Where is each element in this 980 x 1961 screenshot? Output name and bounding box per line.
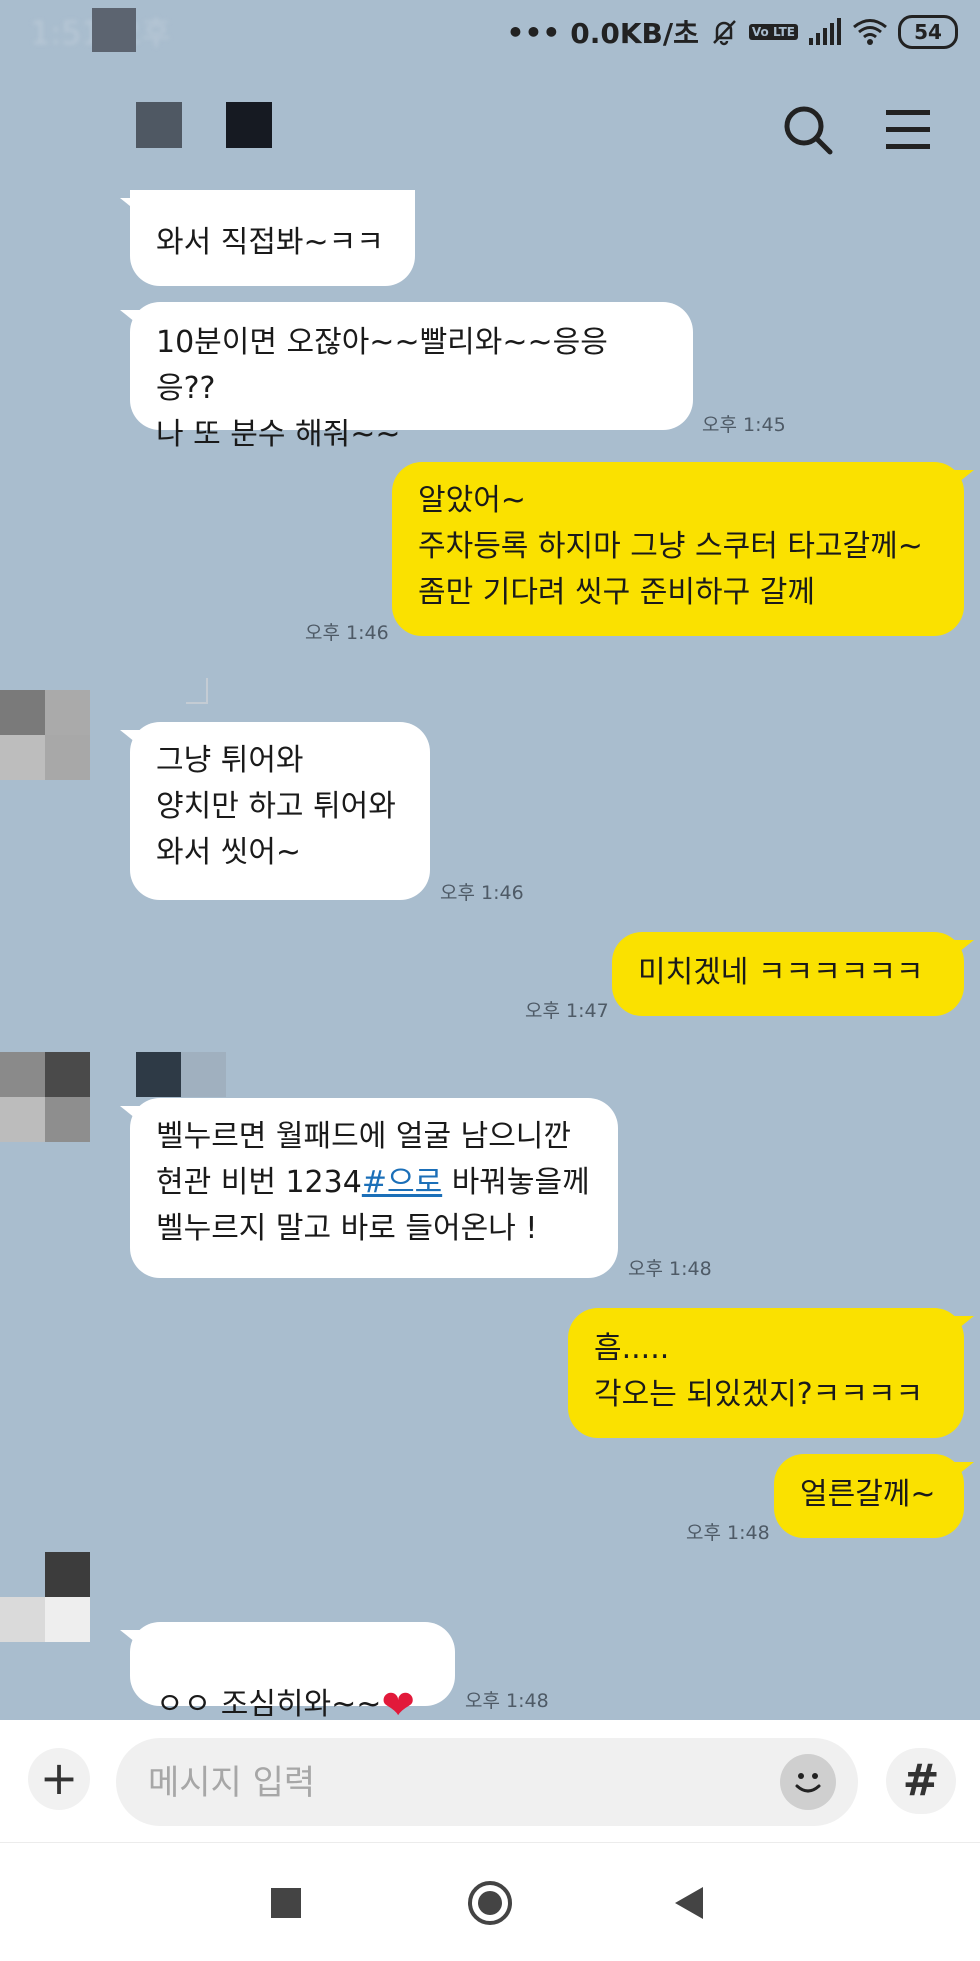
avatar[interactable] (0, 1052, 90, 1142)
hash-icon: # (902, 1755, 940, 1806)
chat-header (0, 64, 980, 194)
message-bubble-outgoing[interactable]: 미치겠네 ㅋㅋㅋㅋㅋㅋ (612, 932, 974, 1016)
network-speed: 0.0KB/초 (570, 17, 699, 50)
sender-name-blurred (181, 1052, 226, 1097)
volte-icon: Vo LTE (748, 24, 798, 40)
wifi-icon (852, 18, 888, 46)
message-timestamp: 오후 1:46 (440, 882, 524, 904)
battery-level: 54 (914, 20, 942, 44)
message-line: 벨누르면 월패드에 얼굴 남으니깐 (156, 1119, 572, 1154)
chat-messages[interactable]: 와서 직접봐~ㅋㅋ 10분이면 오잖아~~빨리와~~응응응?? 나 또 분수 해… (0, 190, 980, 1729)
message-timestamp: 오후 1:48 (465, 1690, 549, 1712)
sender-name-blurred (136, 1052, 181, 1097)
message-bubble-incoming[interactable]: 그냥 튀어와 양치만 하고 튀어와 와서 씻어~ (120, 722, 430, 900)
avatar[interactable] (0, 690, 90, 780)
message-timestamp: 오후 1:48 (686, 1522, 770, 1544)
hashtag-link[interactable]: #으로 (362, 1165, 442, 1200)
smiley-icon (795, 1773, 821, 1793)
system-navigation-bar (0, 1842, 980, 1961)
silent-bell-icon (709, 17, 739, 47)
message-text: 현관 비번 1234 (156, 1165, 362, 1200)
message-timestamp: 오후 1:48 (628, 1258, 712, 1280)
menu-button[interactable] (880, 102, 936, 158)
message-text: ㅇㅇ 조심히와~~ (156, 1687, 382, 1722)
message-line: 벨누르지 말고 바로 들어온나 ! (156, 1211, 538, 1246)
message-bubble-incoming[interactable]: ㅇㅇ 조심히와~~❤ (120, 1622, 455, 1729)
status-notification-icon (92, 8, 136, 52)
home-button[interactable] (460, 1873, 520, 1933)
message-bubble-outgoing[interactable]: 흠..... 각오는 되있겠지?ㅋㅋㅋㅋ (568, 1308, 974, 1438)
attach-button[interactable]: + (28, 1748, 90, 1810)
message-timestamp: 오후 1:47 (525, 1000, 609, 1022)
message-bubble-incoming[interactable]: 와서 직접봐~ㅋㅋ (120, 190, 415, 286)
message-bubble-incoming[interactable]: 10분이면 오잖아~~빨리와~~응응응?? 나 또 분수 해줘~~ (120, 302, 693, 452)
more-dots-icon: ••• (506, 15, 561, 49)
status-indicators: ••• 0.0KB/초 Vo LTE 54 (507, 10, 958, 54)
message-input-container[interactable] (116, 1738, 858, 1826)
message-timestamp: 오후 1:45 (702, 414, 786, 436)
circle-icon (468, 1881, 512, 1925)
message-bubble-outgoing[interactable]: 얼른갈께~ (774, 1454, 974, 1538)
message-line: 현관 비번 1234#으로 바꿔놓을께 (156, 1160, 592, 1206)
back-button[interactable] (660, 1873, 720, 1933)
message-bubble-incoming[interactable]: 벨누르면 월패드에 얼굴 남으니깐 현관 비번 1234#으로 바꿔놓을께 벨누… (120, 1098, 618, 1278)
status-bar: 1:51 오후 ••• 0.0KB/초 Vo LTE 54 (0, 0, 980, 64)
triangle-back-icon (675, 1887, 703, 1919)
search-button[interactable] (780, 102, 836, 158)
search-icon (784, 106, 833, 155)
menu-icon (886, 110, 930, 149)
message-input-bar: + # (0, 1720, 980, 1842)
recents-button[interactable] (256, 1873, 316, 1933)
chat-title-blurred (226, 102, 272, 148)
battery-icon: 54 (898, 15, 958, 49)
avatar[interactable] (0, 1552, 90, 1642)
plus-icon: + (39, 1751, 79, 1805)
signal-icon (808, 18, 842, 46)
emoticon-button[interactable] (780, 1754, 836, 1810)
message-text: 바꿔놓을께 (442, 1165, 590, 1200)
hashtag-search-button[interactable]: # (886, 1748, 956, 1814)
message-timestamp: 오후 1:46 (305, 622, 389, 644)
sender-name-blurred (186, 678, 208, 704)
message-bubble-outgoing[interactable]: 알았어~ 주차등록 하지마 그냥 스쿠터 타고갈께~ 좀만 기다려 씻구 준비하… (392, 462, 974, 636)
square-icon (271, 1888, 301, 1918)
message-input[interactable] (146, 1758, 770, 1808)
chat-title-blurred (136, 102, 182, 148)
